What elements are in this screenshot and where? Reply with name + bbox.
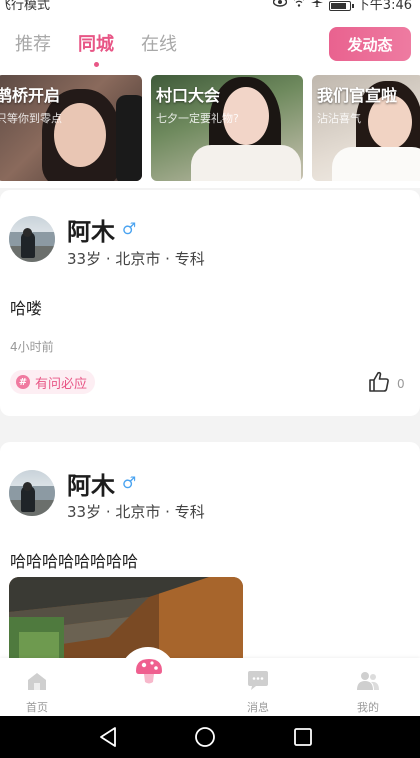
nav-label: 消息 bbox=[247, 701, 269, 714]
status-icons: 下午3:46 bbox=[272, 0, 412, 12]
post-image[interactable] bbox=[9, 577, 243, 658]
battery-icon bbox=[328, 0, 354, 11]
male-icon: ♂ bbox=[122, 219, 137, 238]
hashtag-icon: # bbox=[16, 375, 30, 389]
post-text: 哈喽 bbox=[10, 299, 43, 318]
topic-tag[interactable]: # 有问必应 bbox=[10, 370, 96, 394]
avatar[interactable] bbox=[9, 216, 55, 262]
nav-profile[interactable]: 我的 bbox=[338, 670, 398, 715]
post-time: 4小时前 bbox=[10, 340, 54, 354]
banner-subtitle: 七夕一定要礼物? bbox=[156, 112, 239, 125]
user-meta: 33岁 · 北京市 · 专科 bbox=[67, 250, 205, 268]
thumbs-up-icon bbox=[367, 370, 391, 398]
like-button[interactable]: 0 bbox=[367, 370, 405, 398]
back-icon[interactable] bbox=[98, 726, 118, 752]
nav-home[interactable]: 首页 bbox=[7, 670, 67, 715]
publish-post-button[interactable]: 发动态 bbox=[329, 27, 411, 61]
tab-same-city[interactable]: 同城 bbox=[78, 30, 114, 56]
home-circle-icon[interactable] bbox=[194, 726, 216, 752]
post-card[interactable]: 阿木 ♂ 33岁 · 北京市 · 专科 哈喽 4小时前 # 有问必应 0 bbox=[0, 190, 420, 416]
banner-subtitle: 只等你到零点 bbox=[0, 112, 62, 125]
bottom-navigation: 首页 消息 我的 bbox=[0, 658, 420, 716]
top-header: 推荐 同城 在线 发动态 bbox=[0, 12, 420, 68]
home-icon bbox=[7, 670, 67, 696]
airplane-mode-text: 飞行模式 bbox=[0, 0, 51, 12]
male-icon: ♂ bbox=[122, 473, 137, 492]
eye-icon bbox=[272, 0, 287, 11]
nav-messages[interactable]: 消息 bbox=[228, 670, 288, 715]
wifi-off-icon bbox=[293, 0, 305, 11]
tab-recommend[interactable]: 推荐 bbox=[15, 30, 51, 56]
nav-label: 我的 bbox=[357, 701, 379, 714]
banner-title: 鹊桥开启 bbox=[0, 86, 61, 105]
banner-title: 村口大会 bbox=[156, 86, 221, 105]
clock-text: 下午3:46 bbox=[356, 0, 412, 12]
active-tab-indicator bbox=[94, 62, 99, 67]
avatar[interactable] bbox=[9, 470, 55, 516]
recent-apps-icon[interactable] bbox=[293, 726, 313, 752]
message-icon bbox=[228, 670, 288, 696]
center-mushroom-button[interactable] bbox=[132, 654, 166, 688]
post-text: 哈哈哈哈哈哈哈哈 bbox=[10, 552, 139, 571]
tab-online[interactable]: 在线 bbox=[141, 30, 177, 56]
mushroom-icon bbox=[132, 659, 166, 692]
system-navigation-bar bbox=[0, 716, 420, 758]
airplane-icon bbox=[310, 0, 323, 11]
banner-carousel: 鹊桥开启 只等你到零点 村口大会 七夕一定要礼物? 我们官宣啦 沾沾喜气 bbox=[0, 68, 420, 188]
profile-icon bbox=[338, 670, 398, 696]
banner-subtitle: 沾沾喜气 bbox=[317, 112, 361, 125]
username[interactable]: 阿木 bbox=[67, 466, 115, 501]
nav-label: 首页 bbox=[26, 701, 48, 714]
banner-village-meeting[interactable]: 村口大会 七夕一定要礼物? bbox=[151, 75, 303, 181]
user-meta: 33岁 · 北京市 · 专科 bbox=[67, 503, 205, 521]
status-bar: 飞行模式 下午3:46 bbox=[0, 0, 420, 12]
username[interactable]: 阿木 bbox=[67, 212, 115, 247]
banner-title: 我们官宣啦 bbox=[317, 86, 398, 105]
banner-official-announcement[interactable]: 我们官宣啦 沾沾喜气 bbox=[312, 75, 420, 181]
like-count: 0 bbox=[397, 377, 405, 391]
topic-label: 有问必应 bbox=[35, 376, 88, 392]
post-card[interactable]: 阿木 ♂ 33岁 · 北京市 · 专科 哈哈哈哈哈哈哈哈 bbox=[0, 442, 420, 658]
banner-magpie-bridge[interactable]: 鹊桥开启 只等你到零点 bbox=[0, 75, 142, 181]
